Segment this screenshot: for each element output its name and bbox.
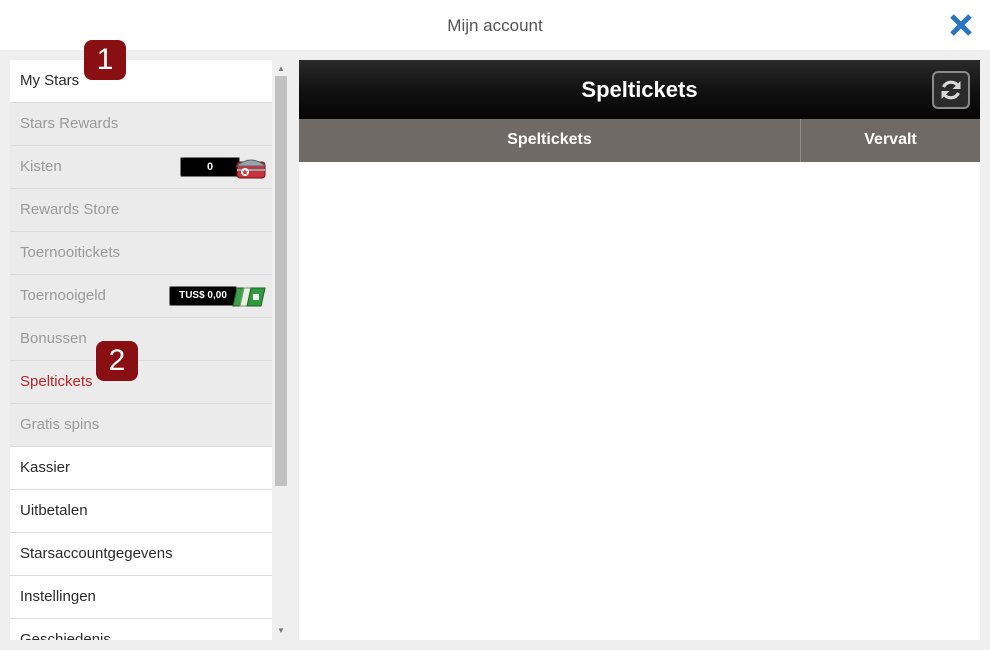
sidebar-scrollbar-thumb[interactable] [275, 76, 287, 486]
refresh-button[interactable] [932, 71, 970, 109]
panel-title: Speltickets [581, 77, 698, 102]
toernooigeld-balance: TUS$ 0,00 [169, 286, 237, 306]
scroll-up-icon[interactable]: ▲ [276, 64, 286, 74]
sidebar-item-label: Gratis spins [20, 416, 100, 433]
sidebar-item-label: Speltickets [20, 373, 93, 390]
toernooigeld-badge: TUS$ 0,00 [169, 285, 269, 307]
kisten-count: 0 [180, 157, 240, 177]
sidebar-menu: My Stars Stars Rewards Kisten 0 Rewards … [10, 60, 272, 640]
sidebar-item-label: Kisten [20, 158, 62, 175]
panel-header: Speltickets [299, 60, 980, 119]
sidebar-item-label: My Stars [20, 72, 80, 89]
speltickets-panel: Speltickets Speltickets Vervalt [299, 60, 980, 640]
kisten-badge: 0 [180, 156, 268, 179]
sidebar-item-label: Starsaccountgegevens [20, 545, 173, 562]
tickets-table-header: Speltickets Vervalt [299, 119, 980, 162]
sidebar-item-label: Stars Rewards [20, 115, 119, 132]
step-marker-1: 1 [84, 40, 126, 80]
sidebar-item-label: Kassier [20, 459, 71, 476]
sidebar-item-label: Rewards Store [20, 201, 120, 218]
sidebar-item-starsaccountgegevens[interactable]: Starsaccountgegevens [10, 533, 272, 576]
sidebar-item-label: Toernooitickets [20, 244, 121, 261]
window-title: Mijn account [447, 16, 543, 35]
chest-icon [235, 159, 267, 179]
sidebar-item-uitbetalen[interactable]: Uitbetalen [10, 490, 272, 533]
sidebar-item-toernooitickets[interactable]: Toernooitickets [10, 232, 272, 275]
sidebar-item-toernooigeld[interactable]: Toernooigeld TUS$ 0,00 [10, 275, 272, 318]
sidebar-item-gratis-spins[interactable]: Gratis spins [10, 404, 272, 447]
sidebar-item-speltickets[interactable]: Speltickets [10, 361, 272, 404]
sidebar-item-label: Bonussen [20, 330, 87, 347]
scroll-down-icon[interactable]: ▼ [276, 626, 286, 636]
sidebar-item-geschiedenis[interactable]: Geschiedenis [10, 619, 272, 640]
tickets-table-body [299, 162, 980, 640]
sidebar-item-label: Toernooigeld [20, 287, 106, 304]
sidebar-item-label: Geschiedenis [20, 631, 111, 640]
column-header-vervalt[interactable]: Vervalt [801, 119, 980, 162]
sidebar-item-my-stars[interactable]: My Stars [10, 60, 272, 103]
sidebar-item-label: Instellingen [20, 588, 96, 605]
sidebar-item-label: Uitbetalen [20, 502, 88, 519]
sidebar-item-bonussen[interactable]: Bonussen [10, 318, 272, 361]
sidebar-item-instellingen[interactable]: Instellingen [10, 576, 272, 619]
cash-icon [232, 287, 266, 307]
close-button[interactable] [948, 12, 974, 38]
step-marker-2: 2 [96, 341, 138, 381]
sidebar-item-kisten[interactable]: Kisten 0 [10, 146, 272, 189]
refresh-icon [941, 80, 961, 100]
sidebar-item-stars-rewards[interactable]: Stars Rewards [10, 103, 272, 146]
title-bar: Mijn account [0, 0, 990, 50]
close-icon [950, 14, 972, 36]
sidebar-item-kassier[interactable]: Kassier [10, 447, 272, 490]
column-header-speltickets[interactable]: Speltickets [299, 119, 800, 162]
sidebar-item-rewards-store[interactable]: Rewards Store [10, 189, 272, 232]
